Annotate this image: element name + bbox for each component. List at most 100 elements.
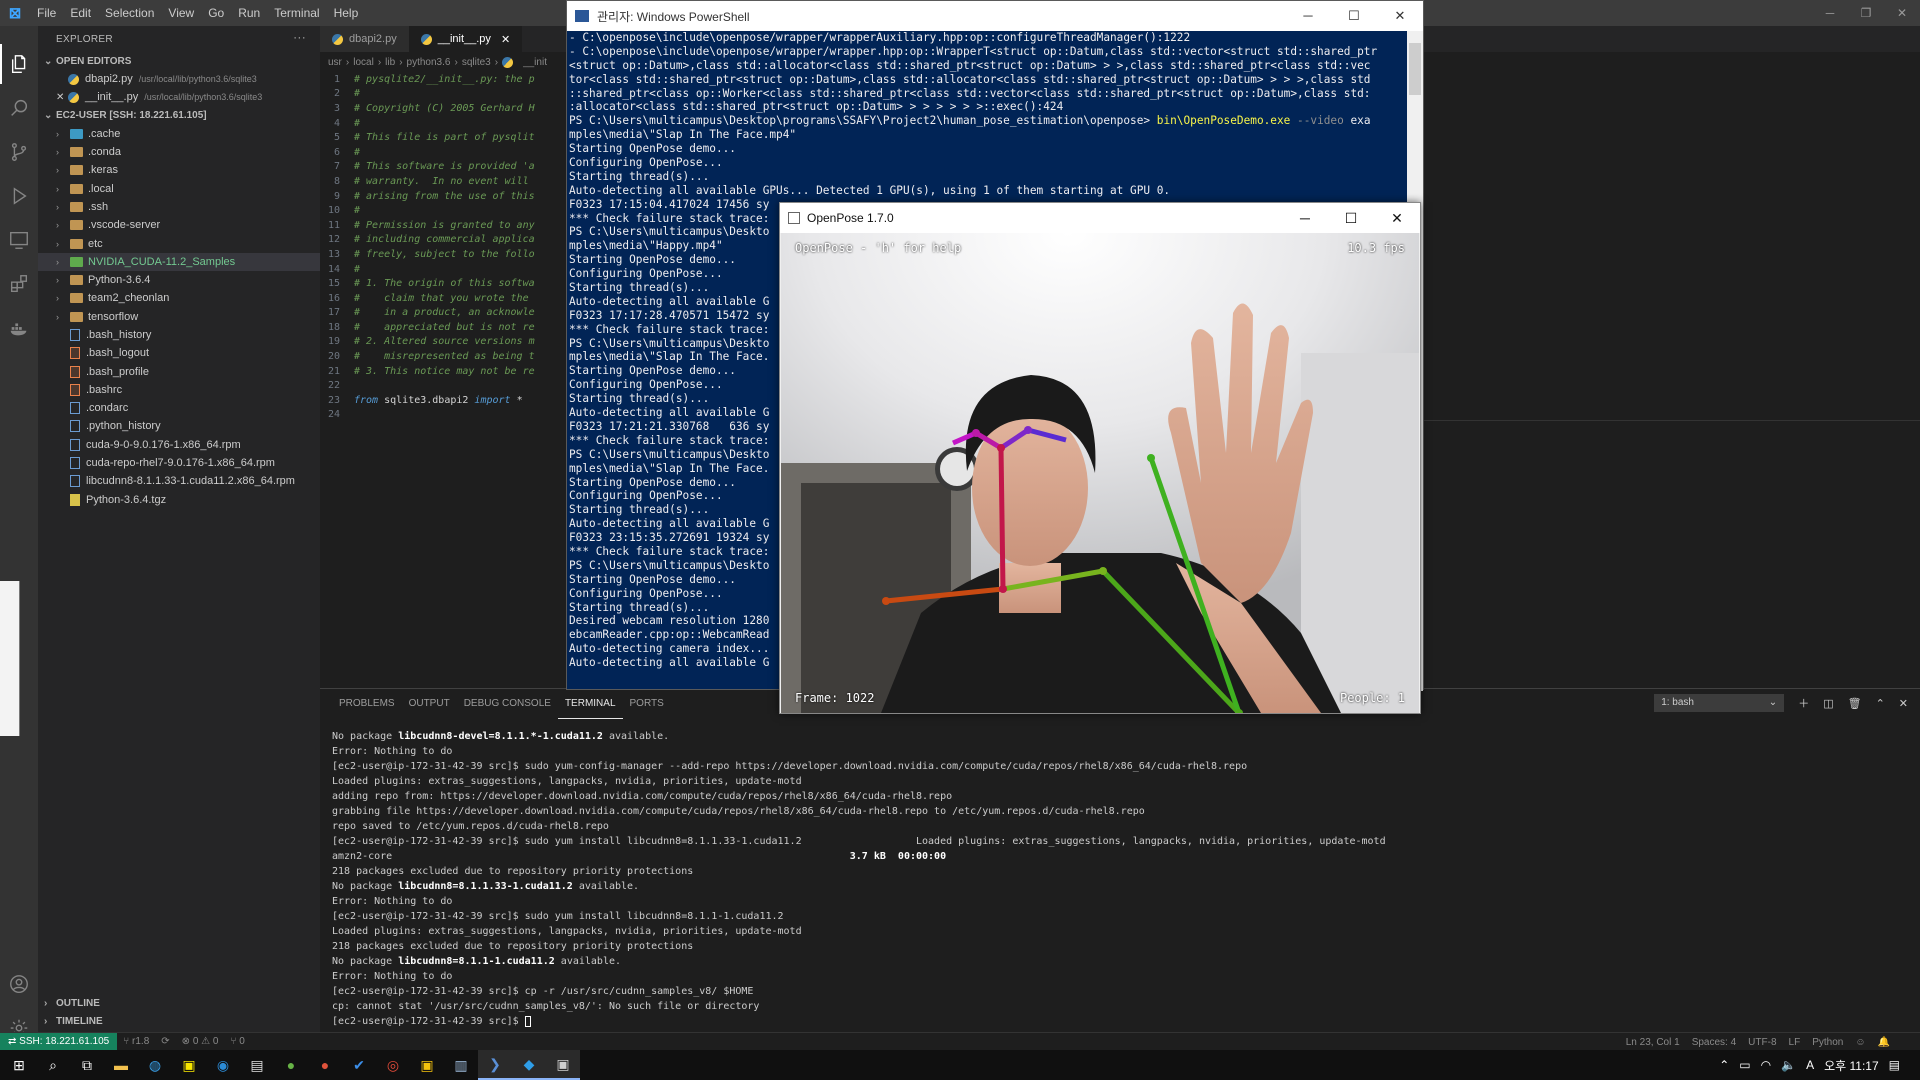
file-item[interactable]: .python_history bbox=[38, 417, 320, 435]
outline-section[interactable]: › OUTLINE bbox=[38, 994, 320, 1012]
tray-overflow-icon[interactable]: ⌃ bbox=[1719, 1058, 1729, 1072]
trash-icon[interactable]: 🗑 bbox=[1848, 697, 1862, 710]
breadcrumb-item[interactable]: python3.6 bbox=[407, 57, 451, 68]
breadcrumb-item[interactable]: lib bbox=[385, 57, 395, 68]
extensions-icon[interactable] bbox=[0, 264, 38, 304]
close-icon[interactable]: ✕ bbox=[1377, 1, 1423, 31]
line-ending[interactable]: LF bbox=[1789, 1037, 1801, 1048]
menu-edit[interactable]: Edit bbox=[63, 0, 98, 26]
menu-go[interactable]: Go bbox=[201, 0, 231, 26]
taskbar-task-view-icon[interactable]: ⧉ bbox=[70, 1050, 104, 1080]
tab-terminal[interactable]: TERMINAL bbox=[557, 689, 623, 719]
language-mode[interactable]: Python bbox=[1812, 1037, 1843, 1048]
source-control-icon[interactable] bbox=[0, 132, 38, 172]
network-icon[interactable]: ◠ bbox=[1761, 1058, 1771, 1072]
accounts-icon[interactable] bbox=[0, 964, 38, 1004]
tab-ports[interactable]: PORTS bbox=[623, 689, 671, 719]
breadcrumb-item[interactable]: __init bbox=[523, 57, 547, 68]
taskbar-app-checkmark-icon[interactable]: ✔ bbox=[342, 1050, 376, 1080]
remote-indicator[interactable]: ⇄ SSH: 18.221.61.105 bbox=[0, 1032, 118, 1051]
powershell-title-bar[interactable]: 관리자: Windows PowerShell ─ ☐ ✕ bbox=[567, 1, 1423, 31]
taskbar-app-yellow-icon[interactable]: ▣ bbox=[410, 1050, 444, 1080]
problems-indicator[interactable]: ⊗ 0 ⚠ 0 bbox=[176, 1036, 225, 1047]
file-item[interactable]: cuda-9-0-9.0.176-1.x86_64.rpm bbox=[38, 436, 320, 454]
feedback-icon[interactable]: ☺ bbox=[1855, 1037, 1865, 1048]
folder-item[interactable]: › tensorflow bbox=[38, 308, 320, 326]
close-icon[interactable]: ✕ bbox=[1884, 0, 1920, 26]
clock[interactable]: 오후 11:17 bbox=[1824, 1057, 1879, 1074]
maximize-icon[interactable]: ☐ bbox=[1331, 1, 1377, 31]
search-icon[interactable] bbox=[0, 88, 38, 128]
open-editor-item-active[interactable]: ✕ __init__.py/usr/local/lib/python3.6/sql… bbox=[38, 88, 320, 106]
action-center-icon[interactable]: ▤ bbox=[1889, 1058, 1900, 1072]
taskbar-app-window-icon[interactable]: ▥ bbox=[444, 1050, 478, 1080]
minimize-icon[interactable]: ─ bbox=[1282, 203, 1328, 233]
menu-terminal[interactable]: Terminal bbox=[267, 0, 326, 26]
tab-init[interactable]: __init__.py ✕ bbox=[408, 26, 523, 52]
remote-explorer-icon[interactable] bbox=[0, 220, 38, 260]
taskbar-chrome-icon[interactable]: ◎ bbox=[376, 1050, 410, 1080]
taskbar-search-icon[interactable]: ⌕ bbox=[36, 1050, 70, 1080]
menu-help[interactable]: Help bbox=[327, 0, 366, 26]
terminal-output[interactable]: No package libcudnn8-devel=8.1.1.*-1.cud… bbox=[332, 729, 1386, 1029]
tab-problems[interactable]: PROBLEMS bbox=[332, 689, 402, 719]
ports-indicator[interactable]: ⑂ 0 bbox=[224, 1036, 250, 1047]
folder-item[interactable]: › .cache bbox=[38, 125, 320, 143]
folder-item[interactable]: › NVIDIA_CUDA-11.2_Samples bbox=[38, 252, 320, 271]
notifications-icon[interactable]: 🔔 bbox=[1878, 1037, 1890, 1048]
taskbar-start-icon[interactable]: ⊞ bbox=[2, 1050, 36, 1080]
sync-icon[interactable]: ⟳ bbox=[155, 1036, 175, 1047]
maximize-panel-icon[interactable]: ⌃ bbox=[1876, 697, 1885, 710]
taskbar-vscode-icon[interactable]: ◆ bbox=[512, 1050, 546, 1080]
explorer-icon[interactable] bbox=[0, 44, 38, 84]
openpose-title-bar[interactable]: OpenPose 1.7.0 ─ ☐ ✕ bbox=[780, 203, 1420, 233]
terminal-select[interactable]: 1: bash ⌄ bbox=[1654, 694, 1785, 712]
folder-item[interactable]: › etc bbox=[38, 234, 320, 252]
new-terminal-icon[interactable]: ＋ bbox=[1798, 695, 1809, 711]
taskbar-openpose-icon[interactable]: ▣ bbox=[546, 1050, 580, 1080]
tab-output[interactable]: OUTPUT bbox=[402, 689, 457, 719]
folder-item[interactable]: › .vscode-server bbox=[38, 216, 320, 234]
breadcrumb-item[interactable]: local bbox=[353, 57, 374, 68]
close-panel-icon[interactable]: ✕ bbox=[1899, 697, 1908, 710]
file-item[interactable]: .bash_logout bbox=[38, 344, 320, 362]
minimize-icon[interactable]: ─ bbox=[1812, 0, 1848, 26]
tab-dbapi2[interactable]: dbapi2.py bbox=[320, 26, 409, 52]
menu-file[interactable]: File bbox=[30, 0, 63, 26]
maximize-icon[interactable]: ☐ bbox=[1328, 203, 1374, 233]
close-icon[interactable]: ✕ bbox=[1374, 203, 1420, 233]
open-editor-item[interactable]: dbapi2.py/usr/local/lib/python3.6/sqlite… bbox=[38, 70, 320, 88]
window-preview-thumbnail[interactable] bbox=[0, 581, 20, 736]
docker-icon[interactable] bbox=[0, 308, 38, 348]
open-editors-section[interactable]: ⌄ OPEN EDITORS bbox=[38, 52, 320, 70]
file-item[interactable]: libcudnn8-8.1.1.33-1.cuda11.2.x86_64.rpm bbox=[38, 472, 320, 490]
file-item[interactable]: .bash_history bbox=[38, 326, 320, 344]
restore-icon[interactable]: ❐ bbox=[1848, 0, 1884, 26]
folder-item[interactable]: › .local bbox=[38, 179, 320, 197]
menu-view[interactable]: View bbox=[161, 0, 201, 26]
close-tab-icon[interactable]: ✕ bbox=[501, 33, 510, 46]
taskbar-app-green-icon[interactable]: ● bbox=[274, 1050, 308, 1080]
folder-item[interactable]: › Python-3.6.4 bbox=[38, 271, 320, 289]
branch-indicator[interactable]: ⑂ r1.8 bbox=[117, 1036, 155, 1047]
breadcrumb-item[interactable]: sqlite3 bbox=[462, 57, 491, 68]
webcam-frame[interactable]: OpenPose - 'h' for help 10.3 fps Frame: … bbox=[781, 233, 1419, 713]
encoding[interactable]: UTF-8 bbox=[1748, 1037, 1776, 1048]
taskbar-notepad-icon[interactable]: ▤ bbox=[240, 1050, 274, 1080]
more-actions-icon[interactable]: ··· bbox=[293, 30, 306, 44]
timeline-section[interactable]: › TIMELINE bbox=[38, 1012, 320, 1030]
cursor-position[interactable]: Ln 23, Col 1 bbox=[1626, 1037, 1680, 1048]
run-debug-icon[interactable] bbox=[0, 176, 38, 216]
close-icon[interactable]: ✕ bbox=[56, 92, 68, 103]
menu-run[interactable]: Run bbox=[231, 0, 267, 26]
taskbar-app-red-icon[interactable]: ● bbox=[308, 1050, 342, 1080]
file-item[interactable]: .bash_profile bbox=[38, 362, 320, 380]
split-terminal-icon[interactable]: ◫ bbox=[1823, 697, 1833, 710]
file-item[interactable]: Python-3.6.4.tgz bbox=[38, 491, 320, 509]
folder-item[interactable]: › .conda bbox=[38, 143, 320, 161]
folder-item[interactable]: › team2_cheonlan bbox=[38, 289, 320, 307]
scrollbar-thumb[interactable] bbox=[1409, 43, 1421, 95]
openpose-window[interactable]: OpenPose 1.7.0 ─ ☐ ✕ OpenPose - 'h' for … bbox=[779, 202, 1421, 714]
taskbar-app-blue-icon[interactable]: ◉ bbox=[206, 1050, 240, 1080]
file-item[interactable]: .condarc bbox=[38, 399, 320, 417]
